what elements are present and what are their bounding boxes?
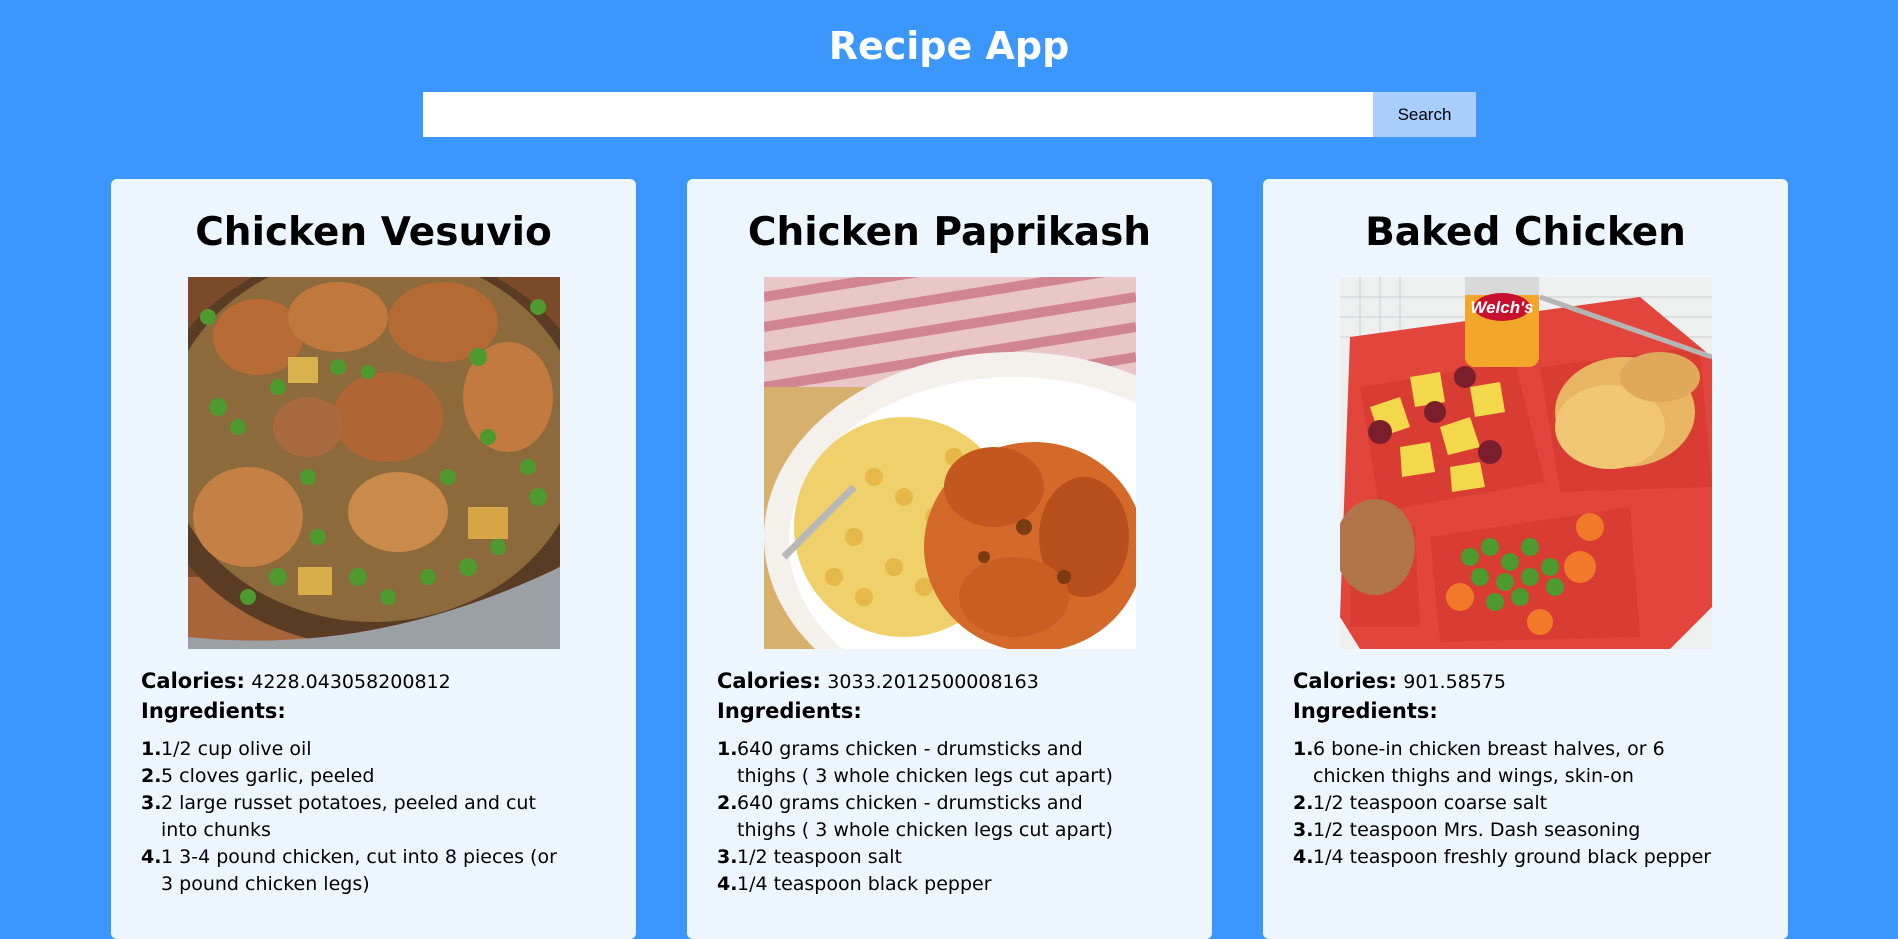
calories-value: 901.58575: [1403, 671, 1507, 693]
ingredient-text: 640 grams chicken - drumsticks and thigh…: [737, 792, 1113, 841]
recipe-title: Chicken Paprikash: [747, 210, 1152, 255]
baked-chicken-photo: Welch's: [1340, 277, 1712, 649]
ingredient-item: 4. 1 3-4 pound chicken, cut into 8 pieces…: [141, 844, 561, 898]
ingredient-item: 3. 1/2 teaspoon Mrs. Dash seasoning: [1293, 817, 1713, 844]
chicken-vesuvio-photo: [188, 277, 560, 649]
calories: Calories: 901.58575: [1293, 667, 1506, 696]
calories-label: Calories:: [141, 669, 245, 693]
recipe-image: Welch's: [1340, 277, 1712, 649]
search-bar: Search: [423, 92, 1476, 137]
ingredient-item: 2. 640 grams chicken - drumsticks and thi…: [717, 790, 1137, 844]
ingredient-text: 6 bone-in chicken breast halves, or 6 ch…: [1313, 738, 1665, 787]
ingredient-item: 2. 1/2 teaspoon coarse salt: [1293, 790, 1713, 817]
ingredient-item: 2. 5 cloves garlic, peeled: [141, 763, 561, 790]
ingredient-text: 1/2 cup olive oil: [161, 738, 312, 760]
ingredient-number: 3.: [1293, 819, 1314, 841]
search-input[interactable]: [423, 92, 1373, 137]
ingredient-number: 2.: [1293, 792, 1314, 814]
calories: Calories: 3033.2012500008163: [717, 667, 1039, 696]
ingredient-text: 1 3-4 pound chicken, cut into 8 pieces (…: [161, 846, 557, 895]
ingredient-number: 3.: [141, 792, 162, 814]
ingredient-text: 1/2 teaspoon salt: [737, 846, 902, 868]
ingredients-heading: Ingredients:: [1293, 699, 1438, 723]
ingredient-text: 5 cloves garlic, peeled: [161, 765, 375, 787]
ingredient-list: 1. 6 bone-in chicken breast halves, or 6 …: [1293, 736, 1713, 871]
ingredient-item: 1. 640 grams chicken - drumsticks and thi…: [717, 736, 1137, 790]
ingredient-number: 3.: [717, 846, 738, 868]
ingredient-list: 1. 1/2 cup olive oil 2. 5 cloves garlic, p…: [141, 736, 561, 898]
ingredient-list: 1. 640 grams chicken - drumsticks and thi…: [717, 736, 1137, 898]
ingredient-item: 1. 1/2 cup olive oil: [141, 736, 561, 763]
recipe-title: Chicken Vesuvio: [195, 210, 552, 255]
ingredient-text: 1/2 teaspoon Mrs. Dash seasoning: [1313, 819, 1641, 841]
ingredient-number: 4.: [1293, 846, 1314, 868]
ingredient-number: 2.: [141, 765, 162, 787]
ingredient-item: 4. 1/4 teaspoon freshly ground black pepp…: [1293, 844, 1713, 871]
ingredient-number: 1.: [141, 738, 162, 760]
app-title: Recipe App: [828, 24, 1070, 68]
recipe-title: Baked Chicken: [1365, 210, 1686, 255]
ingredient-text: 1/4 teaspoon freshly ground black pepper: [1313, 846, 1712, 868]
recipe-image: [764, 277, 1136, 649]
recipe-card: Baked Chicken Welch's Calories: 901.5857…: [1263, 179, 1788, 939]
ingredients-heading: Ingredients:: [717, 699, 862, 723]
calories-label: Calories:: [717, 669, 821, 693]
calories-value: 4228.043058200812: [251, 671, 451, 693]
recipe-card: Chicken Paprikash Calories: 3033.2012500…: [687, 179, 1212, 939]
ingredient-item: 3. 2 large russet potatoes, peeled and cu…: [141, 790, 561, 844]
svg-text:Welch's: Welch's: [1470, 298, 1533, 317]
ingredient-text: 640 grams chicken - drumsticks and thigh…: [737, 738, 1113, 787]
ingredient-text: 2 large russet potatoes, peeled and cut …: [161, 792, 536, 841]
ingredient-text: 1/2 teaspoon coarse salt: [1313, 792, 1548, 814]
ingredient-item: 1. 6 bone-in chicken breast halves, or 6 …: [1293, 736, 1713, 790]
ingredient-number: 1.: [717, 738, 738, 760]
recipe-card: Chicken Vesuvio Calories: 4228.043058200…: [111, 179, 636, 939]
calories-value: 3033.2012500008163: [827, 671, 1039, 693]
recipe-image: [188, 277, 560, 649]
calories-label: Calories:: [1293, 669, 1397, 693]
ingredients-heading: Ingredients:: [141, 699, 286, 723]
ingredient-number: 4.: [141, 846, 162, 868]
chicken-paprikash-photo: [764, 277, 1136, 649]
ingredient-number: 1.: [1293, 738, 1314, 760]
ingredient-item: 3. 1/2 teaspoon salt: [717, 844, 1137, 871]
ingredient-number: 2.: [717, 792, 738, 814]
search-button[interactable]: Search: [1373, 92, 1476, 137]
calories: Calories: 4228.043058200812: [141, 667, 451, 696]
